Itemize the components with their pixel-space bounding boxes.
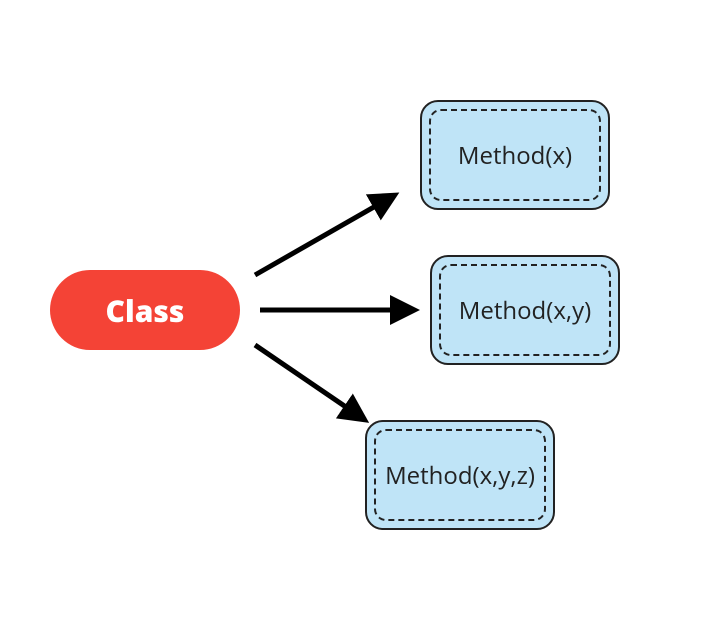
class-label: Class — [106, 290, 185, 331]
diagram-canvas: Class Method(x) Method(x,y) Method(x,y,z… — [0, 0, 707, 620]
method-label-1: Method(x) — [458, 139, 572, 172]
method-label-2: Method(x,y) — [459, 294, 591, 327]
method-node-1: Method(x) — [420, 100, 610, 210]
method-node-2: Method(x,y) — [430, 255, 620, 365]
method-node-3: Method(x,y,z) — [365, 420, 555, 530]
method-label-3: Method(x,y,z) — [385, 459, 535, 492]
class-node: Class — [50, 270, 240, 350]
arrow-to-method-3 — [255, 345, 365, 420]
arrow-to-method-1 — [255, 195, 395, 275]
